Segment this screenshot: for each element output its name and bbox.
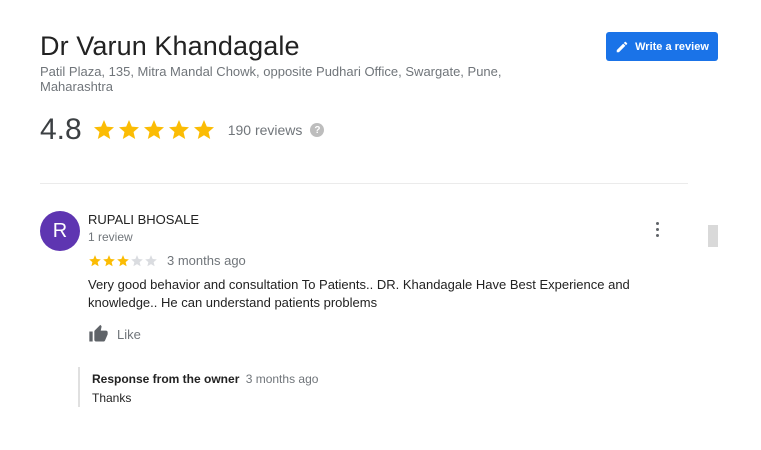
owner-response-text: Thanks [92,391,132,405]
owner-response-date: 3 months ago [245,372,319,386]
thumbs-up-icon [89,324,108,342]
like-label: Like [117,326,141,342]
place-name: Dr Varun Khandagale [40,31,300,61]
rating-summary: 4.8 190 reviews ? [40,112,325,148]
star-filled-icon [118,120,139,139]
reviewer-review-count: 1 review [88,230,133,244]
review-date: 3 months ago [167,253,246,268]
star-filled-icon [168,120,189,139]
star-filled-icon [143,120,164,139]
review-text: Very good behavior and consultation To P… [88,277,630,310]
scrollbar-thumb[interactable] [708,225,718,247]
average-rating: 4.8 [40,113,82,146]
review-rating-row: 3 months ago [88,253,246,268]
write-review-button[interactable]: Write a review [606,32,718,61]
more-options-icon[interactable] [650,219,664,239]
divider [40,183,688,184]
avatar[interactable]: R [40,211,80,251]
owner-response-title: Response from the owner [92,372,240,386]
star-empty-icon [145,254,157,266]
pencil-icon [616,41,628,52]
owner-response: Response from the owner 3 months ago Tha… [78,367,478,407]
star-filled-icon [117,254,129,266]
reviews-panel: Dr Varun Khandagale Patil Plaza, 135, Mi… [0,0,761,450]
star-empty-icon [131,254,143,266]
write-review-label: Write a review [635,40,709,53]
star-filled-icon [193,120,214,139]
review-star-rating [88,254,158,268]
help-icon[interactable]: ? [310,123,325,137]
place-address: Patil Plaza, 135, Mitra Mandal Chowk, op… [40,64,502,94]
star-filled-icon [89,254,101,266]
reviewer-name[interactable]: RUPALI BHOSALE [88,212,199,227]
star-filled-icon [103,254,115,266]
review-count[interactable]: 190 reviews [228,122,303,138]
average-star-rating [92,118,216,142]
like-button[interactable]: Like [88,324,141,344]
star-filled-icon [93,120,114,139]
